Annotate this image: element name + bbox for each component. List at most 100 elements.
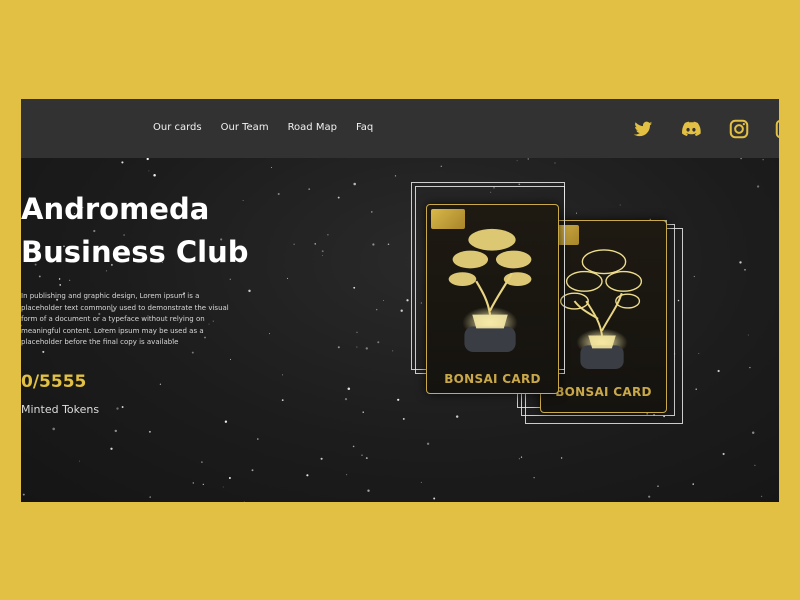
top-navbar: Our cards Our Team Road Map Faq [21,99,779,158]
star [533,477,535,479]
star [433,497,436,500]
star [520,456,523,458]
hero-section: Andromeda Business Club In publishing an… [21,158,779,502]
star [560,457,563,459]
star [352,445,355,448]
star [256,438,259,440]
minted-count: 0/5555 [21,372,87,392]
star [747,334,749,336]
card-title: BONSAI CARD [555,385,652,399]
star [754,464,756,466]
star [110,447,113,450]
discord-icon[interactable] [680,118,702,140]
star [228,477,231,479]
star [392,350,394,352]
hero-title-line1: Andromeda [21,192,210,226]
star [42,350,45,353]
star [116,407,119,410]
star [372,243,375,246]
star [38,275,41,278]
star [762,159,764,161]
star [744,269,746,271]
instagram-icon[interactable] [728,118,750,140]
star [717,369,720,373]
star [192,482,195,484]
star [346,474,348,476]
star [347,387,351,390]
star [739,261,742,264]
star [337,196,340,199]
star [146,158,149,161]
hero-title: Andromeda Business Club [21,188,321,274]
nav-link-our-team[interactable]: Our Team [221,122,269,133]
hero-title-line2: Business Club [21,235,249,269]
nav-link-our-cards[interactable]: Our cards [153,122,202,133]
star [749,366,751,369]
star [387,243,390,245]
star [420,481,422,483]
star [191,351,194,354]
star [440,165,442,167]
nav-link-faq[interactable]: Faq [356,122,373,133]
star [353,286,356,289]
star [365,347,369,350]
star [365,457,368,460]
card-title: BONSAI CARD [444,372,541,386]
twitter-icon[interactable] [632,118,654,140]
star [149,496,151,498]
star [362,411,364,413]
hero-description: In publishing and graphic design, Lorem … [21,292,229,346]
nft-card-group: BONSAI CARD BONSAI CARD [401,180,701,450]
star [756,185,760,188]
star [243,501,245,502]
star [760,495,763,498]
bonsai-art [448,228,532,353]
star [382,300,384,302]
star [248,289,251,293]
star [287,277,289,279]
star [229,278,231,280]
star [516,160,518,162]
star [322,255,323,256]
star [751,431,755,435]
star [367,489,370,492]
star [148,430,151,433]
star [722,452,725,456]
star [52,427,55,431]
star [282,374,284,376]
star [201,461,203,463]
star [148,170,150,172]
star [224,420,228,423]
star [22,493,25,496]
nav-link-road-map[interactable]: Road Map [288,122,337,133]
star [251,469,254,472]
star [59,284,62,286]
star [306,474,309,477]
star [353,182,356,186]
star [269,333,270,335]
star [692,483,694,485]
star [281,399,284,401]
nav-links: Our cards Our Team Road Map Faq [153,122,373,133]
star [648,495,651,498]
star [121,161,124,164]
minted-label: Minted Tokens [21,403,100,416]
star [159,383,162,385]
star [229,358,232,360]
star [554,162,556,164]
star [114,429,118,433]
star [79,460,80,462]
star [68,279,71,281]
star [58,278,61,280]
star [327,234,329,236]
star [271,167,273,168]
star [394,175,397,177]
star [356,331,358,333]
partial-icon [774,118,779,140]
nft-card-front[interactable]: BONSAI CARD [426,204,559,394]
star [397,398,400,401]
star [356,346,358,348]
star [740,158,742,160]
star [518,458,520,460]
star [320,457,323,460]
